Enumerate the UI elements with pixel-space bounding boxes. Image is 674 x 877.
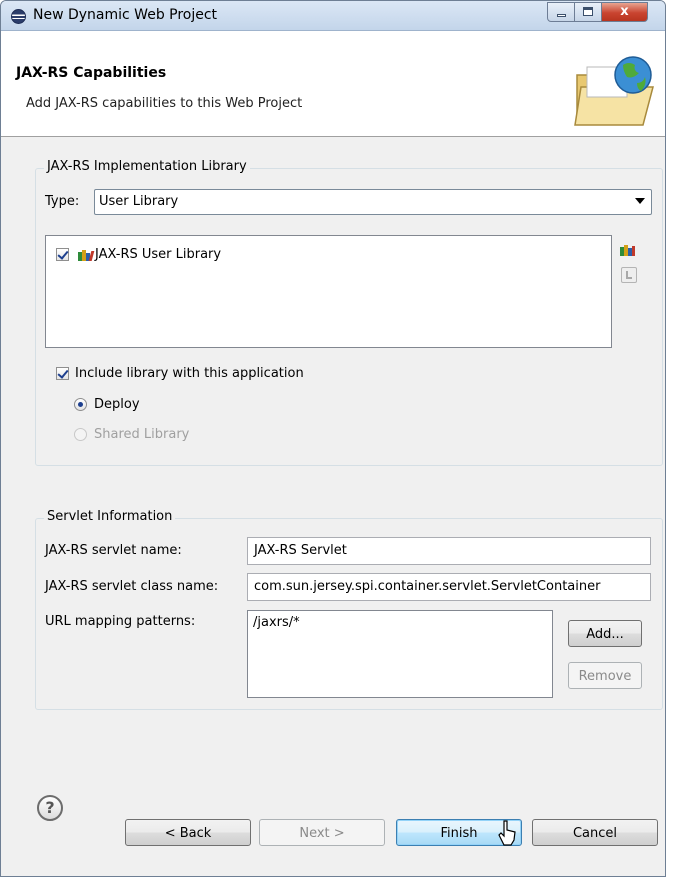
group-title: Servlet Information <box>44 509 176 524</box>
servlet-class-field[interactable]: com.sun.jersey.spi.container.servlet.Ser… <box>247 573 651 601</box>
servlet-information-group: Servlet Information JAX-RS servlet name:… <box>35 509 663 710</box>
remove-mapping-button: Remove <box>568 662 642 689</box>
next-button: Next > <box>259 819 385 846</box>
mouse-cursor-icon <box>498 820 516 846</box>
type-label: Type: <box>45 194 80 209</box>
servlet-class-value: com.sun.jersey.spi.container.servlet.Ser… <box>254 579 601 594</box>
servlet-name-field[interactable]: JAX-RS Servlet <box>247 537 651 565</box>
dialog-window: New Dynamic Web Project x JAX-RS Capabil… <box>0 0 666 877</box>
cancel-button[interactable]: Cancel <box>532 819 658 846</box>
deploy-radio[interactable] <box>74 398 87 411</box>
deploy-label: Deploy <box>94 397 140 412</box>
url-mapping-label: URL mapping patterns: <box>45 614 196 629</box>
list-item[interactable]: JAX-RS User Library <box>56 247 306 265</box>
url-mapping-list[interactable]: /jaxrs/* <box>247 610 553 698</box>
implementation-library-group: JAX-RS Implementation Library Type: User… <box>35 159 663 466</box>
minimize-icon <box>557 14 566 17</box>
close-button[interactable]: x <box>602 2 648 22</box>
servlet-class-label: JAX-RS servlet class name: <box>45 579 219 594</box>
page-title: JAX-RS Capabilities <box>16 65 167 81</box>
back-button[interactable]: < Back <box>125 819 251 846</box>
servlet-name-label: JAX-RS servlet name: <box>45 543 182 558</box>
group-title: JAX-RS Implementation Library <box>44 159 250 174</box>
servlet-name-value: JAX-RS Servlet <box>254 543 347 558</box>
library-icon <box>78 249 96 261</box>
folder-globe-icon <box>574 56 654 126</box>
maximize-button[interactable] <box>575 2 602 22</box>
help-icon[interactable]: ? <box>37 795 63 821</box>
manage-libraries-icon[interactable] <box>620 242 638 256</box>
shared-library-radio <box>74 428 87 441</box>
window-title: New Dynamic Web Project <box>33 7 218 23</box>
wizard-header: JAX-RS Capabilities Add JAX-RS capabilit… <box>1 31 665 137</box>
download-library-icon <box>621 267 637 283</box>
library-checkbox[interactable] <box>56 248 69 261</box>
include-library-checkbox[interactable] <box>56 367 69 380</box>
shared-library-label: Shared Library <box>94 427 190 442</box>
library-list[interactable]: JAX-RS User Library <box>45 235 612 348</box>
type-select[interactable]: User Library <box>94 189 652 215</box>
list-item[interactable]: /jaxrs/* <box>253 615 300 630</box>
minimize-button[interactable] <box>547 2 575 22</box>
eclipse-icon <box>11 9 26 24</box>
library-label: JAX-RS User Library <box>95 247 222 262</box>
title-bar[interactable]: New Dynamic Web Project x <box>1 1 665 31</box>
close-icon: x <box>620 4 629 19</box>
page-description: Add JAX-RS capabilities to this Web Proj… <box>26 96 303 111</box>
add-mapping-button[interactable]: Add... <box>568 620 642 647</box>
maximize-icon <box>583 7 593 16</box>
wizard-button-bar: ? < Back Next > Finish Cancel <box>1 785 665 876</box>
chevron-down-icon <box>635 198 645 204</box>
include-library-label: Include library with this application <box>75 366 304 381</box>
type-select-value: User Library <box>99 194 179 209</box>
